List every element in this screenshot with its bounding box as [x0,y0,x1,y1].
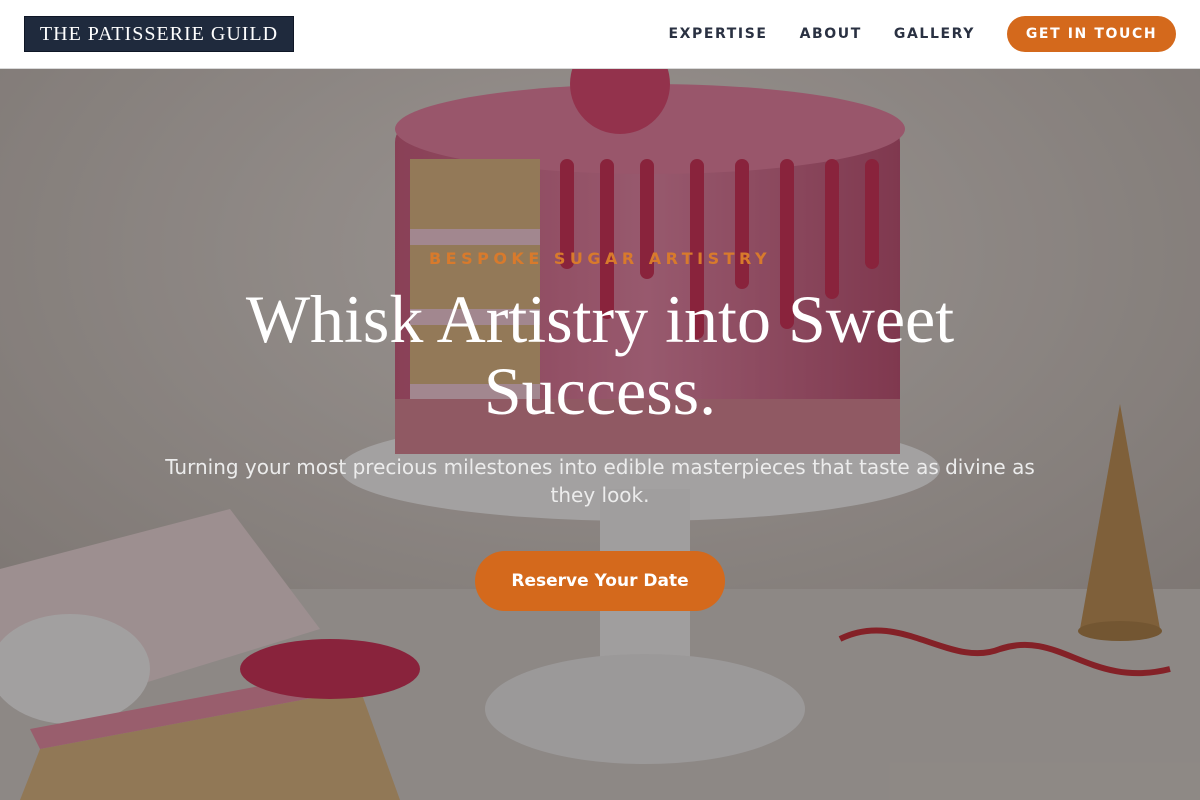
main-nav: EXPERTISE ABOUT GALLERY GET IN TOUCH [636,16,1176,52]
nav-link-gallery[interactable]: GALLERY [894,26,975,42]
hero-headline: Whisk Artistry into Sweet Success. [245,281,955,429]
hero-subline: Turning your most precious milestones in… [165,455,1035,507]
brand-logo[interactable]: THE PATISSERIE GUILD [24,16,294,52]
reserve-date-button[interactable]: Reserve Your Date [475,551,725,611]
get-in-touch-button[interactable]: GET IN TOUCH [1007,16,1176,52]
nav-link-expertise[interactable]: EXPERTISE [668,26,767,42]
site-header: THE PATISSERIE GUILD EXPERTISE ABOUT GAL… [0,0,1200,69]
hero-eyebrow: BESPOKE SUGAR ARTISTRY [428,249,772,268]
hero-content: BESPOKE SUGAR ARTISTRY Whisk Artistry in… [0,69,1200,800]
hero-section: BESPOKE SUGAR ARTISTRY Whisk Artistry in… [0,69,1200,800]
nav-link-about[interactable]: ABOUT [800,26,862,42]
